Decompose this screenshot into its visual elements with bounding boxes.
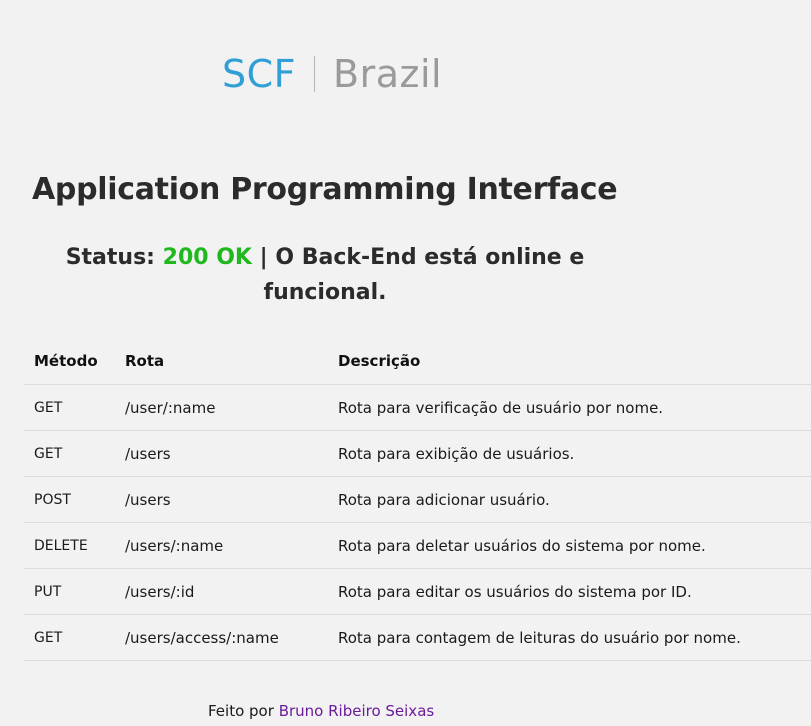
row-route: /users/:name xyxy=(115,522,328,569)
row-method: GET xyxy=(24,614,115,661)
row-route: /users/access/:name xyxy=(115,614,328,661)
page: SCF Brazil Application Programming Inter… xyxy=(0,0,811,726)
header-route: Rota xyxy=(115,338,328,385)
status-code: 200 OK xyxy=(162,245,252,270)
table-row: PUT /users/:id Rota para editar os usuár… xyxy=(24,568,811,615)
status-label: Status: xyxy=(65,245,155,270)
logo-divider xyxy=(314,56,316,92)
row-description: Rota para exibição de usuários. xyxy=(328,430,811,477)
status-separator: | xyxy=(259,245,268,270)
table-header-row: Método Rota Descrição xyxy=(24,338,811,385)
row-route: /users xyxy=(115,430,328,477)
row-description: Rota para adicionar usuário. xyxy=(328,476,811,523)
row-description: Rota para contagem de leituras do usuári… xyxy=(328,614,811,661)
row-route: /user/:name xyxy=(115,384,328,431)
row-route: /users xyxy=(115,476,328,523)
row-method: PUT xyxy=(24,568,115,615)
row-description: Rota para verificação de usuário por nom… xyxy=(328,384,811,431)
footer-credit: Feito por Bruno Ribeiro Seixas xyxy=(208,702,434,720)
row-method: DELETE xyxy=(24,522,115,569)
table-row: GET /users Rota para exibição de usuário… xyxy=(24,430,811,477)
status-text: O Back-End está online e funcional. xyxy=(263,245,585,305)
scf-brazil-logo: SCF Brazil xyxy=(222,52,442,96)
row-method: GET xyxy=(24,430,115,477)
page-title: Application Programming Interface xyxy=(32,172,618,207)
routes-table: Método Rota Descrição GET /user/:name Ro… xyxy=(24,338,811,661)
table-row: POST /users Rota para adicionar usuário. xyxy=(24,476,811,523)
row-description: Rota para editar os usuários do sistema … xyxy=(328,568,811,615)
footer-prefix: Feito por xyxy=(208,702,274,720)
table-row: GET /user/:name Rota para verificação de… xyxy=(24,384,811,431)
author-link[interactable]: Bruno Ribeiro Seixas xyxy=(279,702,435,720)
table-row: GET /users/access/:name Rota para contag… xyxy=(24,614,811,661)
table-row: DELETE /users/:name Rota para deletar us… xyxy=(24,522,811,569)
row-method: POST xyxy=(24,476,115,523)
logo-scf-text: SCF xyxy=(222,52,297,96)
row-description: Rota para deletar usuários do sistema po… xyxy=(328,522,811,569)
logo-brazil-text: Brazil xyxy=(333,52,443,96)
header-description: Descrição xyxy=(328,338,811,385)
row-route: /users/:id xyxy=(115,568,328,615)
header-method: Método xyxy=(24,338,115,385)
row-method: GET xyxy=(24,384,115,431)
status-message: Status: 200 OK | O Back-End está online … xyxy=(60,240,590,310)
